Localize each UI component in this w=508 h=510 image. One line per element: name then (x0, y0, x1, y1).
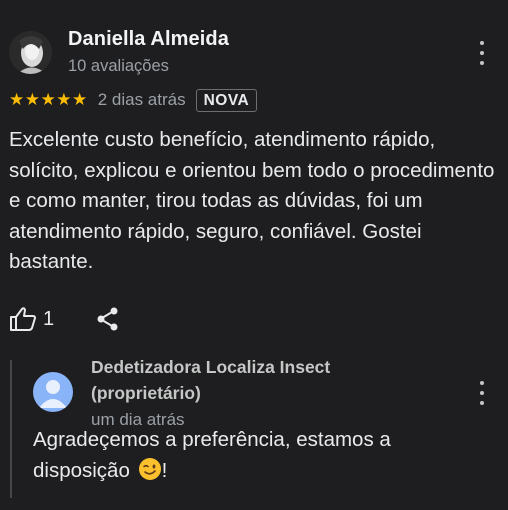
reply-more-options-button[interactable] (476, 381, 488, 405)
review-date: 2 dias atrás (97, 90, 186, 109)
reviewer-name[interactable]: Daniella Almeida (68, 28, 229, 51)
reply-text-body: Agradeçemos a preferência, estamos a dis… (33, 428, 391, 482)
reviewer-photo (9, 31, 52, 74)
owner-name[interactable]: Dedetizadora Localiza Insect (proprietár… (91, 354, 391, 406)
reply-divider (10, 360, 12, 498)
share-icon (97, 307, 118, 331)
owner-avatar[interactable] (33, 372, 73, 412)
review-count: 10 avaliações (68, 57, 169, 75)
rating-row: ★★★★★ 2 dias atrás NOVA (9, 87, 258, 113)
reviewer-avatar[interactable] (9, 31, 52, 74)
winking-face-emoji (138, 458, 161, 480)
more-options-button[interactable] (476, 41, 488, 65)
like-count: 1 (43, 307, 55, 330)
like-button[interactable]: 1 (9, 305, 54, 333)
reply-text-end: ! (161, 459, 168, 482)
more-vert-icon (480, 41, 484, 45)
share-button[interactable] (96, 306, 120, 337)
person-icon (39, 380, 67, 408)
owner-reply-text: Agradeçemos a preferência, estamos a dis… (33, 424, 473, 486)
new-badge: NOVA (195, 88, 258, 112)
review-text: Excelente custo benefício, atendimento r… (9, 128, 495, 273)
thumb-up-icon (10, 307, 36, 331)
star-rating: ★★★★★ (9, 90, 88, 109)
more-vert-icon (480, 381, 484, 385)
